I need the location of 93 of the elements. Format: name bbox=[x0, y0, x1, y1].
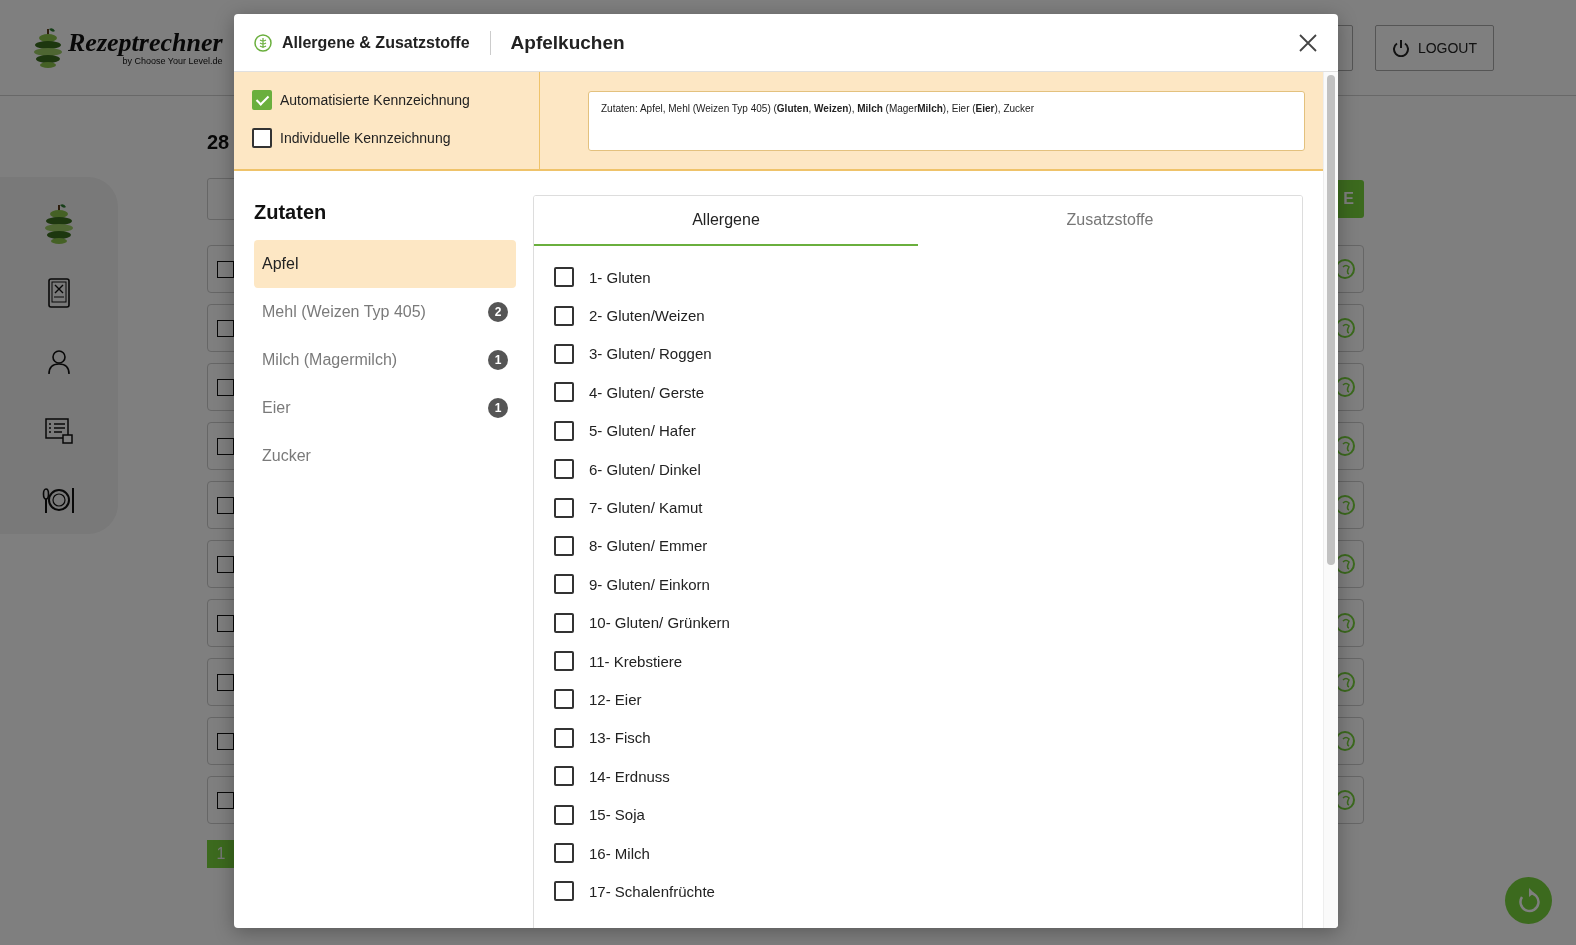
allergen-label: 4- Gluten/ Gerste bbox=[589, 383, 705, 401]
ingredient-item[interactable]: Milch (Magermilch) 1 bbox=[254, 336, 516, 384]
circle-icon bbox=[1335, 731, 1355, 751]
allergen-label: 13- Fisch bbox=[589, 729, 651, 747]
circle-icon bbox=[1335, 613, 1355, 633]
close-icon bbox=[1299, 33, 1317, 52]
allergen-label: 5- Gluten/ Hafer bbox=[589, 422, 696, 440]
checkbox[interactable] bbox=[217, 496, 234, 514]
checkbox[interactable] bbox=[554, 651, 574, 672]
ingredient-item[interactable]: Mehl (Weizen Typ 405) 2 bbox=[254, 288, 516, 336]
tab[interactable]: Zusatzstoffe bbox=[918, 196, 1302, 246]
section-heading: Zutaten bbox=[254, 201, 328, 224]
checkbox[interactable] bbox=[554, 382, 574, 403]
allergen-label: 11- Krebstiere bbox=[589, 652, 683, 670]
ingredient-name: Eier bbox=[262, 399, 291, 417]
power-icon bbox=[1391, 38, 1410, 57]
checkbox[interactable] bbox=[554, 574, 574, 595]
ingredient-item[interactable]: Zucker bbox=[254, 432, 516, 480]
logo-title: Rezeptrechner bbox=[68, 29, 223, 56]
checkbox[interactable] bbox=[252, 90, 272, 110]
checkbox[interactable] bbox=[217, 614, 234, 632]
plate-cutlery-icon[interactable] bbox=[42, 485, 76, 514]
allergen-label: 9- Gluten/ Einkorn bbox=[589, 575, 710, 593]
circle-icon bbox=[1335, 377, 1355, 397]
checkbox[interactable] bbox=[554, 689, 574, 710]
scrollbar[interactable] bbox=[1323, 72, 1338, 928]
recipe-name: Apfelkuchen bbox=[510, 31, 625, 54]
circle-emblem-icon bbox=[254, 33, 272, 52]
allergen-label: 6- Gluten/ Dinkel bbox=[589, 460, 701, 478]
user-icon[interactable] bbox=[47, 348, 71, 375]
scrollbar-thumb[interactable] bbox=[1327, 75, 1335, 565]
ingredient-name: Zucker bbox=[262, 447, 311, 465]
checkbox[interactable] bbox=[554, 804, 574, 825]
count-badge: 1 bbox=[488, 350, 508, 370]
allergen-label: 1- Gluten bbox=[589, 268, 651, 286]
option-label: Individuelle Kennzeichnung bbox=[280, 130, 451, 146]
checkbox[interactable] bbox=[554, 305, 574, 326]
circle-icon bbox=[1335, 554, 1355, 574]
circle-icon bbox=[1335, 436, 1355, 456]
checkbox[interactable] bbox=[217, 260, 234, 278]
checkbox[interactable] bbox=[554, 766, 574, 787]
apple-logo-icon bbox=[32, 26, 64, 69]
checkbox[interactable] bbox=[554, 267, 574, 288]
checkbox[interactable] bbox=[554, 727, 574, 748]
allergen-label: 12- Eier bbox=[589, 691, 642, 708]
checkbox[interactable] bbox=[554, 343, 574, 364]
checkbox[interactable] bbox=[554, 612, 574, 633]
checklist-icon[interactable] bbox=[45, 417, 73, 444]
circle-icon bbox=[1335, 672, 1355, 692]
allergen-label: 10- Gluten/ Grünkern bbox=[589, 614, 730, 632]
checkbox[interactable] bbox=[217, 319, 234, 337]
circle-icon bbox=[1335, 259, 1355, 279]
checkbox[interactable] bbox=[554, 535, 574, 556]
checkbox[interactable] bbox=[554, 459, 574, 480]
allergen-label: 15- Soja bbox=[589, 806, 645, 824]
allergen-label: 3- Gluten/ Roggen bbox=[589, 345, 712, 363]
checkbox[interactable] bbox=[217, 673, 234, 691]
checkbox[interactable] bbox=[217, 791, 234, 809]
circle-icon bbox=[1335, 495, 1355, 515]
ingredient-item[interactable]: Eier 1 bbox=[254, 384, 516, 432]
allergen-label: 14- Erdnuss bbox=[589, 767, 670, 785]
checkbox[interactable] bbox=[217, 437, 234, 455]
checkbox[interactable] bbox=[554, 497, 574, 518]
ingredient-item[interactable]: Apfel bbox=[254, 240, 516, 288]
tablet-icon[interactable] bbox=[47, 277, 71, 308]
checkbox[interactable] bbox=[217, 732, 234, 750]
checkbox[interactable] bbox=[217, 555, 234, 573]
checkbox[interactable] bbox=[217, 378, 234, 396]
allergen-label: 8- Gluten/ Emmer bbox=[589, 537, 708, 555]
allergen-label: 16- Milch bbox=[589, 844, 650, 862]
logo-subtitle: by Choose Your Level.de bbox=[122, 55, 223, 66]
count-badge: 2 bbox=[488, 302, 508, 322]
logout-button[interactable]: LOGOUT bbox=[1374, 24, 1494, 71]
item-count: 28 bbox=[207, 131, 230, 155]
checkbox[interactable] bbox=[252, 128, 272, 148]
checkbox[interactable] bbox=[554, 881, 574, 902]
option-label: Automatisierte Kennzeichnung bbox=[280, 92, 470, 108]
checkbox[interactable] bbox=[554, 420, 574, 441]
close-button[interactable] bbox=[1299, 33, 1317, 52]
declaration-field: Zutaten: Apfel, Mehl (Weizen Typ 405) (Gluten, Weizen), Milch (MagerMilch), Eier (Eier), Zucker bbox=[588, 91, 1305, 151]
circle-icon bbox=[1335, 790, 1355, 810]
allergen-label: 2- Gluten/Weizen bbox=[589, 307, 705, 325]
apple-logo-icon[interactable] bbox=[43, 202, 75, 245]
ingredient-name: Mehl (Weizen Typ 405) bbox=[262, 303, 426, 321]
ingredient-name: Milch (Magermilch) bbox=[262, 351, 398, 369]
circle-icon bbox=[1335, 318, 1355, 338]
count-badge: 1 bbox=[488, 398, 508, 418]
tab[interactable]: Allergene bbox=[534, 196, 918, 246]
allergen-label: 7- Gluten/ Kamut bbox=[589, 499, 703, 517]
ingredient-name: Apfel bbox=[262, 255, 299, 273]
checkbox[interactable] bbox=[554, 843, 574, 864]
modal-title: Allergene & Zusatzstoffe bbox=[282, 30, 491, 55]
allergen-label: 17- Schalenfrüchte bbox=[589, 882, 715, 900]
